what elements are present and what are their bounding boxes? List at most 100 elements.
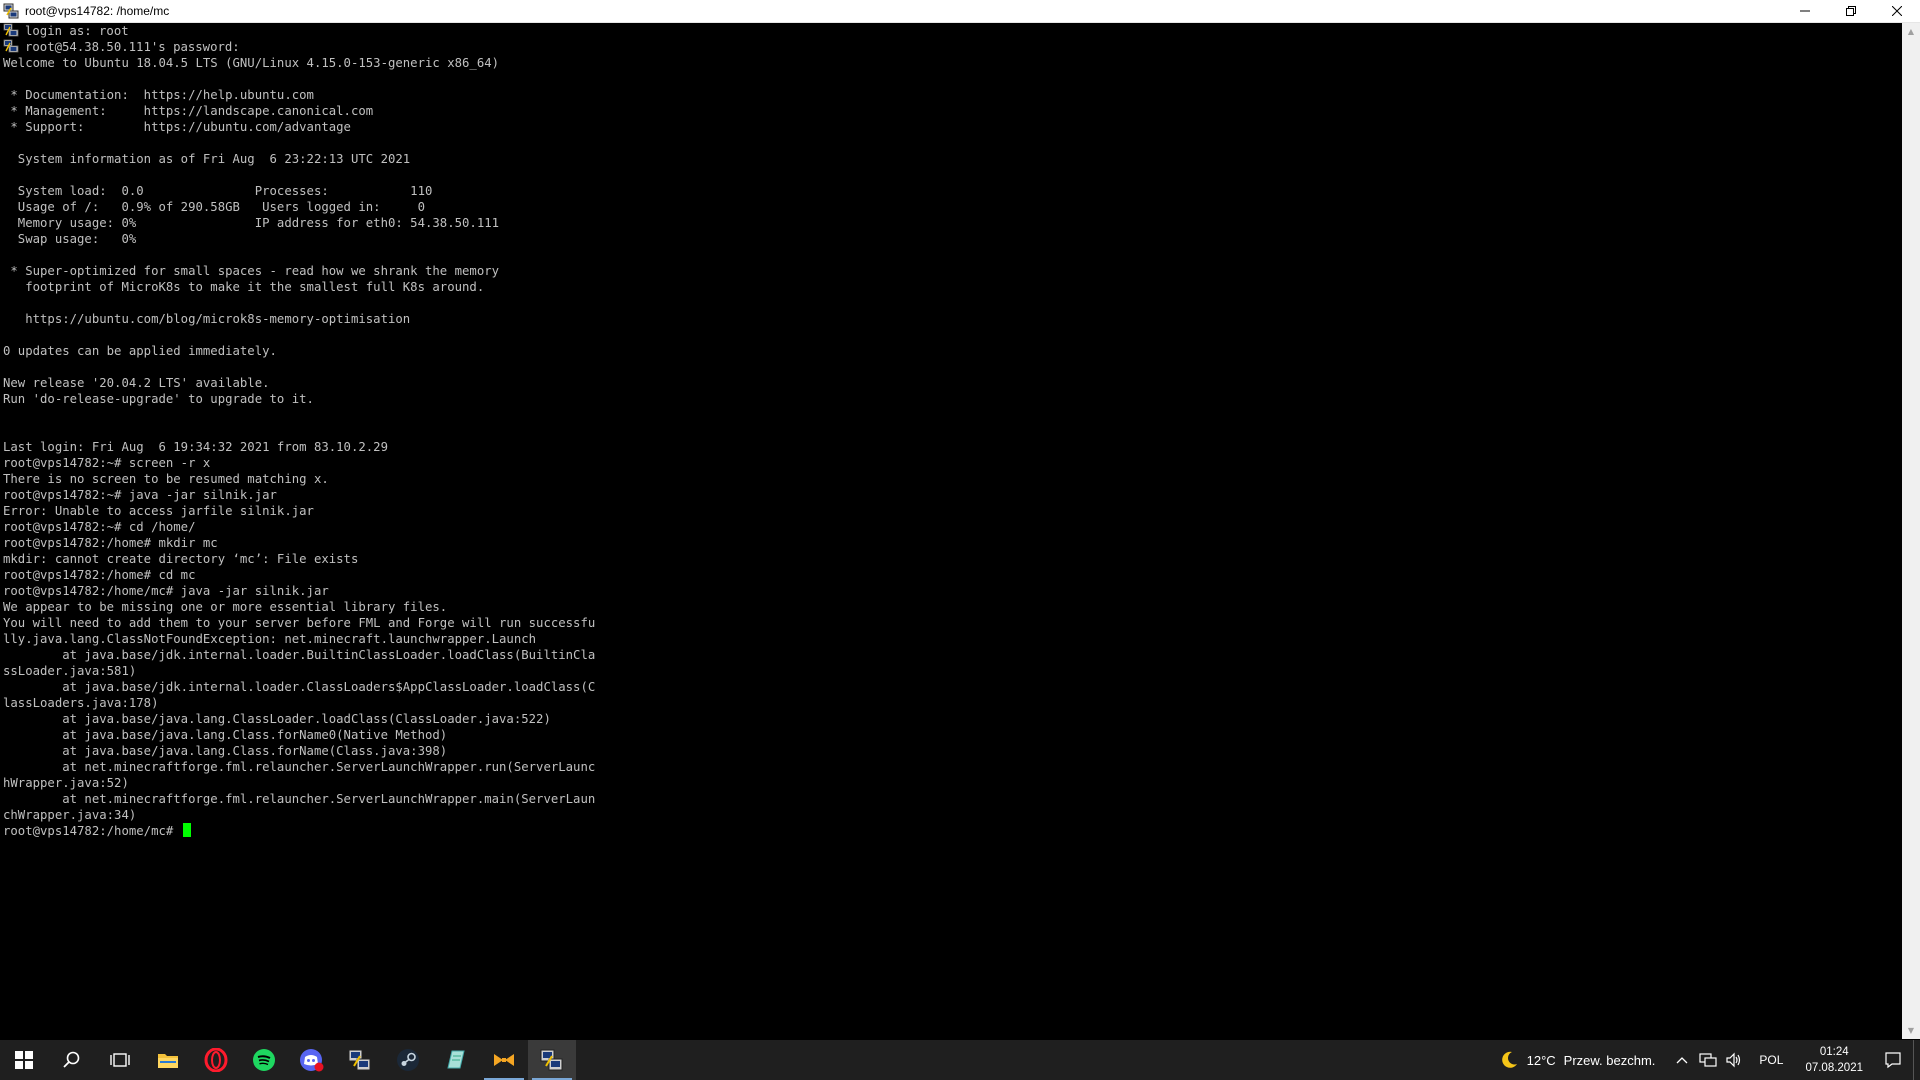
minimize-button[interactable] [1782, 0, 1828, 22]
spotify-button[interactable] [240, 1040, 288, 1080]
terminal-line-text: lly.java.lang.ClassNotFoundException: ne… [3, 632, 537, 646]
terminal-output[interactable]: login as: root root@54.38.50.111's passwo… [0, 23, 1902, 1039]
clock-time: 01:24 [1819, 1046, 1849, 1058]
terminal-line-text: There is no screen to be resumed matchin… [3, 472, 329, 486]
spotify-icon [253, 1049, 275, 1071]
terminal-line: at net.minecraftforge.fml.relauncher.Ser… [0, 791, 1902, 807]
close-button[interactable] [1874, 0, 1920, 22]
terminal-line: 0 updates can be applied immediately. [0, 343, 1902, 359]
terminal-line: New release '20.04.2 LTS' available. [0, 375, 1902, 391]
terminal-line-text: at java.base/jdk.internal.loader.ClassLo… [3, 680, 596, 694]
terminal-line-text: System information as of Fri Aug 6 23:22… [3, 152, 411, 166]
start-button[interactable] [0, 1040, 48, 1080]
terminal-line: at java.base/jdk.internal.loader.ClassLo… [0, 679, 1902, 695]
search-button[interactable] [48, 1040, 96, 1080]
terminal-line: * Support: https://ubuntu.com/advantage [0, 119, 1902, 135]
bowtie-icon [494, 1054, 514, 1066]
terminal-line: Last login: Fri Aug 6 19:34:32 2021 from… [0, 439, 1902, 455]
show-hidden-icons-button[interactable] [1671, 1040, 1693, 1080]
terminal-line: Run 'do-release-upgrade' to upgrade to i… [0, 391, 1902, 407]
putty-icon [3, 39, 25, 54]
network-button[interactable] [1697, 1040, 1719, 1080]
terminal-line: You will need to add them to your server… [0, 615, 1902, 631]
terminal-line: * Documentation: https://help.ubuntu.com [0, 87, 1902, 103]
terminal-line-text: * Super-optimized for small spaces - rea… [3, 264, 500, 278]
terminal-line: ssLoader.java:581) [0, 663, 1902, 679]
terminal-line-text: Swap usage: 0% [3, 232, 137, 246]
putty-icon [3, 3, 19, 19]
terminal-line-text: lassLoaders.java:178) [3, 696, 159, 710]
system-tray: 12°C Przew. bezchm. POL 01:24 07.08.2021 [1499, 1040, 1920, 1080]
window-titlebar[interactable]: root@vps14782: /home/mc [0, 0, 1920, 23]
discord-button[interactable] [288, 1040, 336, 1080]
terminal-line-text: mkdir: cannot create directory ‘mc’: Fil… [3, 552, 359, 566]
terminal-line: at java.base/java.lang.Class.forName(Cla… [0, 743, 1902, 759]
terminal-line: lassLoaders.java:178) [0, 695, 1902, 711]
terminal-line-text: hWrapper.java:52) [3, 776, 129, 790]
terminal-line-text: * Management: https://landscape.canonica… [3, 104, 374, 118]
clock-date: 07.08.2021 [1805, 1062, 1863, 1074]
restore-button[interactable] [1828, 0, 1874, 22]
chevron-up-icon [1676, 1057, 1688, 1064]
terminal-line-text: We appear to be missing one or more esse… [3, 600, 448, 614]
terminal-line-text: root@vps14782:/home# cd mc [3, 568, 196, 582]
putty-taskbar-button[interactable] [528, 1040, 576, 1080]
terminal-line: root@vps14782:/home/mc# java -jar silnik… [0, 583, 1902, 599]
terminal-line-text: https://ubuntu.com/blog/microk8s-memory-… [3, 312, 411, 326]
terminal-line: chWrapper.java:34) [0, 807, 1902, 823]
notepad-button[interactable] [432, 1040, 480, 1080]
weather-widget[interactable]: 12°C Przew. bezchm. [1499, 1050, 1656, 1070]
terminal-line: * Super-optimized for small spaces - rea… [0, 263, 1902, 279]
terminal-line: at java.base/java.lang.Class.forName0(Na… [0, 727, 1902, 743]
minimize-icon [1800, 10, 1810, 12]
terminal-line: Swap usage: 0% [0, 231, 1902, 247]
terminal-line: root@vps14782:~# cd /home/ [0, 519, 1902, 535]
terminal-line: at net.minecraftforge.fml.relauncher.Ser… [0, 759, 1902, 775]
terminal-line: Error: Unable to access jarfile silnik.j… [0, 503, 1902, 519]
terminal-line: footprint of MicroK8s to make it the sma… [0, 279, 1902, 295]
show-desktop-button[interactable] [1913, 1040, 1920, 1080]
bluestacks-button[interactable] [480, 1040, 528, 1080]
terminal-line: root@vps14782:/home# cd mc [0, 567, 1902, 583]
terminal-line-text: root@54.38.50.111's password: [25, 40, 240, 54]
notepad-icon [447, 1050, 465, 1069]
terminal-line: We appear to be missing one or more esse… [0, 599, 1902, 615]
terminal-scrollbar[interactable]: ▲ ▼ [1902, 23, 1920, 1039]
terminal-line-text: root@vps14782:/home# mkdir mc [3, 536, 218, 550]
moon-icon [1501, 1051, 1517, 1068]
terminal-prompt: root@vps14782:/home/mc# [3, 824, 181, 838]
action-center-button[interactable] [1873, 1040, 1913, 1080]
terminal-prompt-line[interactable]: root@vps14782:/home/mc# [0, 823, 1902, 839]
steam-icon [397, 1049, 419, 1071]
terminal-cursor [182, 823, 191, 837]
opera-button[interactable] [192, 1040, 240, 1080]
terminal-line-text: root@vps14782:~# cd /home/ [3, 520, 196, 534]
file-explorer-button[interactable] [144, 1040, 192, 1080]
terminal-line-text: at java.base/java.lang.Class.forName(Cla… [3, 744, 448, 758]
terminal-line-text: 0 updates can be applied immediately. [3, 344, 277, 358]
terminal-line: root@vps14782:/home# mkdir mc [0, 535, 1902, 551]
terminal-line: lly.java.lang.ClassNotFoundException: ne… [0, 631, 1902, 647]
steam-button[interactable] [384, 1040, 432, 1080]
task-view-button[interactable] [96, 1040, 144, 1080]
speaker-icon [1726, 1052, 1741, 1068]
terminal-line: Usage of /: 0.9% of 290.58GB Users logge… [0, 199, 1902, 215]
putty-config-icon [348, 1049, 371, 1071]
scroll-up-arrow-icon[interactable]: ▲ [1902, 23, 1920, 40]
terminal-line: * Management: https://landscape.canonica… [0, 103, 1902, 119]
terminal-line-text: login as: root [25, 24, 129, 38]
terminal-line-text: New release '20.04.2 LTS' available. [3, 376, 270, 390]
scroll-down-arrow-icon[interactable]: ▼ [1902, 1022, 1920, 1039]
volume-button[interactable] [1723, 1040, 1745, 1080]
terminal-line: root@vps14782:~# screen -r x [0, 455, 1902, 471]
putty-config-button[interactable] [336, 1040, 384, 1080]
input-language[interactable]: POL [1759, 1053, 1783, 1067]
weather-condition: Przew. bezchm. [1563, 1052, 1656, 1068]
restore-icon [1846, 6, 1856, 16]
terminal-line-text: root@vps14782:~# java -jar silnik.jar [3, 488, 277, 502]
clock[interactable]: 01:24 07.08.2021 [1805, 1044, 1863, 1076]
terminal-line-text: chWrapper.java:34) [3, 808, 137, 822]
